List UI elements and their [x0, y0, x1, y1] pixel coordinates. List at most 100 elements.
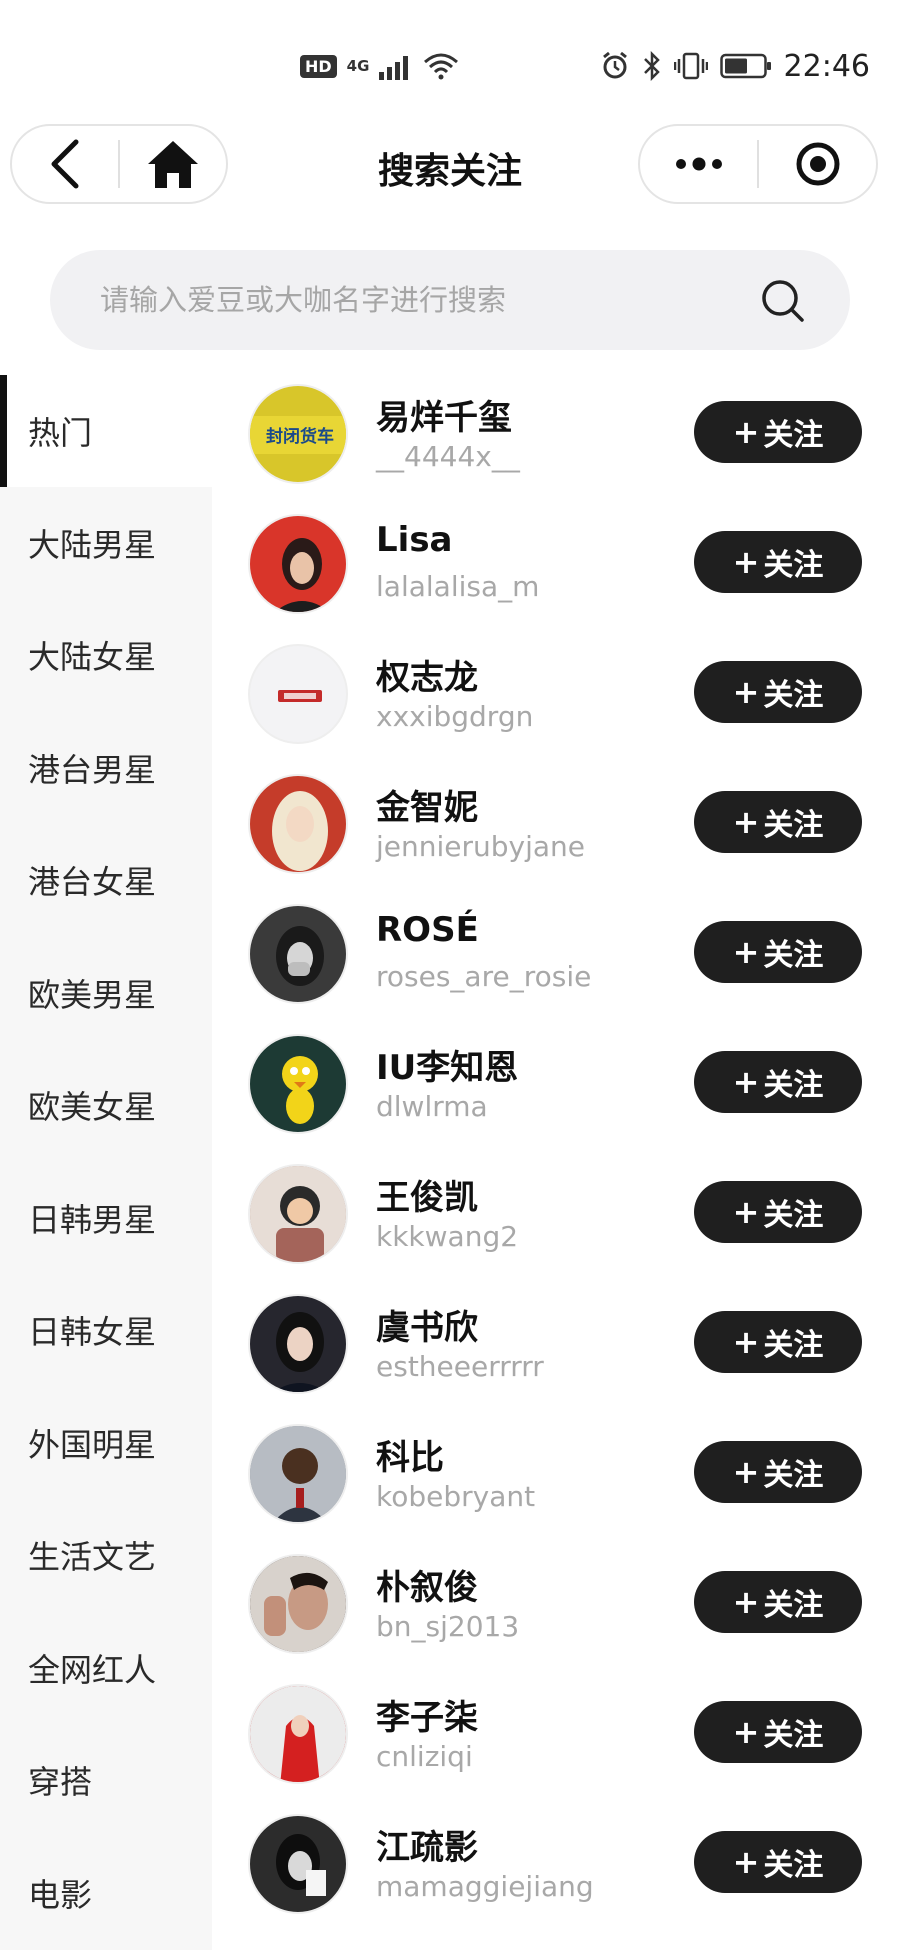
back-button[interactable]	[12, 126, 118, 202]
user-handle: lalalalisa_m	[376, 570, 540, 603]
sidebar-item-influencers[interactable]: 全网红人	[0, 1612, 212, 1724]
follow-button[interactable]: + 关注	[694, 661, 862, 723]
sidebar-item-foreign-stars[interactable]: 外国明星	[0, 1387, 212, 1499]
follow-button[interactable]: + 关注	[694, 401, 862, 463]
follow-label: 关注	[763, 808, 824, 843]
avatar[interactable]	[248, 1684, 348, 1784]
avatar[interactable]	[248, 1424, 348, 1524]
close-miniprogram-button[interactable]	[759, 126, 876, 202]
avatar-image	[250, 1166, 346, 1262]
alarm-icon	[602, 51, 627, 79]
user-name: IU李知恩	[376, 1048, 519, 1088]
avatar[interactable]	[248, 1294, 348, 1394]
follow-button[interactable]: + 关注	[694, 1441, 862, 1503]
search-input[interactable]	[100, 250, 740, 350]
user-handle: dlwlrma	[376, 1090, 488, 1123]
more-button[interactable]	[640, 126, 757, 202]
user-handle: kkkwang2	[376, 1220, 519, 1253]
sidebar-item-western-male[interactable]: 欧美男星	[0, 937, 212, 1049]
avatar-image	[278, 690, 322, 702]
follow-button[interactable]: + 关注	[694, 1831, 862, 1893]
avatar[interactable]	[248, 1554, 348, 1654]
avatar[interactable]: 封闭货车	[248, 384, 348, 484]
list-item: 权志龙 xxxibgdrgn + 关注	[212, 630, 900, 760]
user-handle: cnliziqi	[376, 1740, 473, 1773]
list-item: Lisa lalalalisa_m + 关注	[212, 500, 900, 630]
sidebar-item-movies[interactable]: 电影	[0, 1837, 212, 1949]
list-item: 封闭货车 易烊千玺 __4444x__ + 关注	[212, 370, 900, 500]
sidebar-item-jpkr-male[interactable]: 日韩男星	[0, 1162, 212, 1274]
user-handle: jennierubyjane	[376, 830, 586, 863]
follow-button[interactable]: + 关注	[694, 1571, 862, 1633]
sidebar-item-mainland-male[interactable]: 大陆男星	[0, 487, 212, 599]
sidebar-item-western-female[interactable]: 欧美女星	[0, 1049, 212, 1161]
follow-button[interactable]: + 关注	[694, 1311, 862, 1373]
list-item: IU李知恩 dlwlrma + 关注	[212, 1020, 900, 1150]
home-button[interactable]	[120, 126, 226, 202]
follow-button[interactable]: + 关注	[694, 1051, 862, 1113]
follow-label: 关注	[763, 1588, 824, 1623]
list-item: ROSÉ roses_are_rosie + 关注	[212, 890, 900, 1020]
avatar-image	[274, 538, 330, 612]
follow-button[interactable]: + 关注	[694, 1181, 862, 1243]
avatar[interactable]	[248, 514, 348, 614]
sidebar-item-label: 日韩女星	[28, 1313, 157, 1351]
sidebar-item-jpkr-female[interactable]: 日韩女星	[0, 1274, 212, 1386]
status-bar: HD 4G 22:46	[0, 0, 900, 120]
sidebar-item-label: 大陆女星	[28, 638, 157, 676]
avatar-image	[273, 1312, 327, 1392]
avatar-image	[282, 1056, 318, 1124]
follow-label: 关注	[763, 1458, 824, 1493]
search-icon[interactable]	[760, 278, 806, 324]
follow-label: 关注	[763, 1848, 824, 1883]
sidebar-item-hktw-male[interactable]: 港台男星	[0, 712, 212, 824]
avatar-image	[272, 791, 328, 871]
avatar-image	[250, 1686, 346, 1782]
avatar[interactable]	[248, 1814, 348, 1914]
user-name: 王俊凯	[376, 1178, 478, 1218]
plus-icon: +	[732, 1323, 760, 1361]
sidebar-item-lifestyle-arts[interactable]: 生活文艺	[0, 1499, 212, 1611]
list-item: 科比 kobebryant + 关注	[212, 1410, 900, 1540]
avatar[interactable]	[248, 644, 348, 744]
follow-label: 关注	[763, 1328, 824, 1363]
plus-icon: +	[732, 1453, 760, 1491]
sidebar-item-hktw-female[interactable]: 港台女星	[0, 824, 212, 936]
user-handle: __4444x__	[376, 440, 520, 473]
avatar[interactable]	[248, 774, 348, 874]
plus-icon: +	[732, 1713, 760, 1751]
list-item: 朴叙俊 bn_sj2013 + 关注	[212, 1540, 900, 1670]
user-name: 易烊千玺	[376, 398, 512, 438]
avatar[interactable]	[248, 1164, 348, 1264]
network-indicators: HD 4G	[300, 48, 459, 84]
follow-button[interactable]: + 关注	[694, 1701, 862, 1763]
sidebar-item-label: 全网红人	[28, 1651, 157, 1689]
sidebar-item-label: 日韩男星	[28, 1201, 157, 1239]
plus-icon: +	[732, 1843, 760, 1881]
follow-button[interactable]: + 关注	[694, 531, 862, 593]
sidebar-item-label: 欧美男星	[28, 976, 157, 1014]
avatar-text: 封闭货车	[266, 426, 334, 447]
user-handle: mamaggiejiang	[376, 1870, 594, 1903]
follow-label: 关注	[763, 678, 824, 713]
follow-button[interactable]: + 关注	[694, 791, 862, 853]
user-name: 权志龙	[376, 658, 478, 698]
avatar[interactable]	[248, 904, 348, 1004]
avatar[interactable]	[248, 1034, 348, 1134]
plus-icon: +	[732, 803, 760, 841]
sidebar-item-fashion[interactable]: 穿搭	[0, 1724, 212, 1836]
avatar-image	[276, 1834, 326, 1896]
sidebar-item-mainland-female[interactable]: 大陆女星	[0, 599, 212, 711]
sidebar-item-label: 港台男星	[28, 751, 157, 789]
follow-label: 关注	[763, 548, 824, 583]
avatar-image: 封闭货车	[250, 416, 346, 454]
user-name: 朴叙俊	[376, 1568, 478, 1608]
follow-button[interactable]: + 关注	[694, 921, 862, 983]
sidebar-item-hot[interactable]: 热门	[0, 375, 212, 487]
user-name: Lisa	[376, 520, 453, 560]
list-item: 江疏影 mamaggiejiang + 关注	[212, 1800, 900, 1930]
plus-icon: +	[732, 1063, 760, 1101]
user-handle: bn_sj2013	[376, 1610, 520, 1643]
list-item: 金智妮 jennierubyjane + 关注	[212, 760, 900, 890]
avatar-image	[276, 926, 324, 986]
